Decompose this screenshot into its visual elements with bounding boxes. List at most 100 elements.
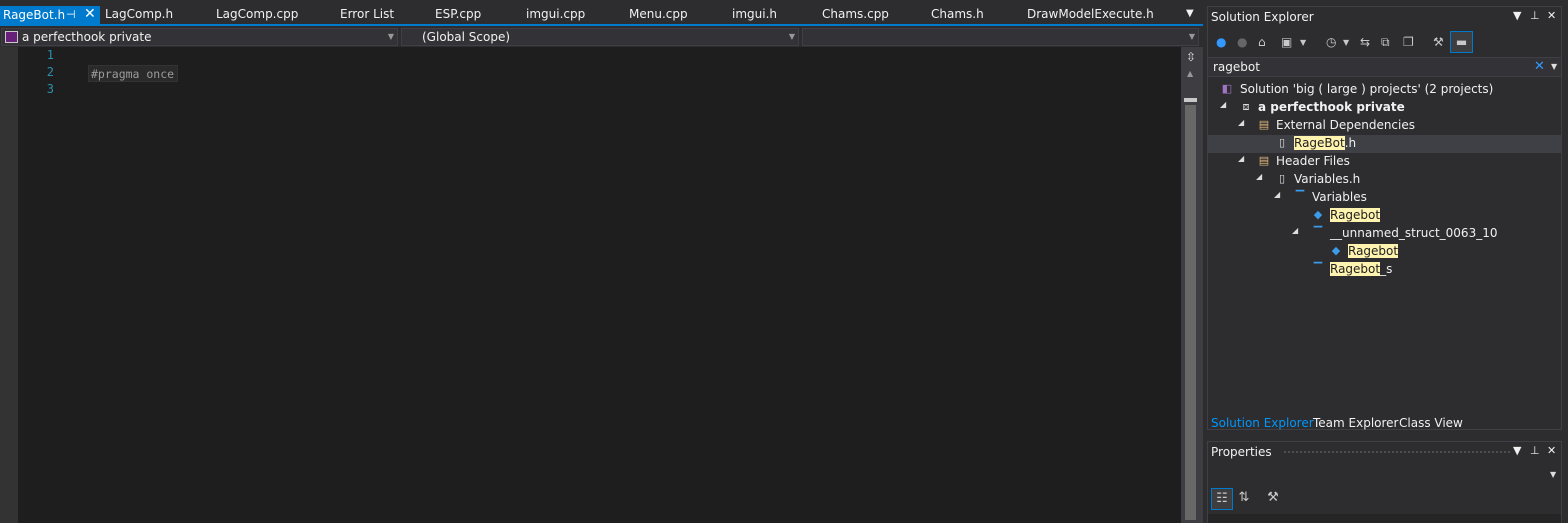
chevron-down-icon[interactable]: ▼ [1550,470,1556,479]
tree-node-label: Variables [1312,190,1367,204]
pin-icon[interactable]: ⊣ [66,8,76,21]
editor-vertical-scrollbar[interactable]: ⇳ ▲ [1181,47,1203,523]
show-all-files-icon[interactable]: ❐ [1403,35,1414,49]
tree-node-ragebot-field[interactable]: ◆ Ragebot [1208,207,1561,225]
tree-node-label: Header Files [1276,154,1350,168]
tab-class-view[interactable]: Class View [1399,416,1463,430]
tree-node-label: Variables.h [1294,172,1361,186]
tab-imgui-cpp[interactable]: imgui.cpp [526,7,585,24]
project-icon: ⧈ [1242,100,1250,113]
tree-node-label: External Dependencies [1276,118,1416,132]
search-match: Ragebot [1348,244,1399,258]
tab-lagcomp-h[interactable]: LagComp.h [105,7,173,24]
tree-node-ragebot-nested[interactable]: ◆ Ragebot [1208,243,1561,261]
tree-node-label: a perfecthook private [1258,100,1405,114]
expand-arrow-icon[interactable]: ◢ [1256,172,1262,181]
tab-ragebot-h[interactable]: RageBot.h ⊣ ✕ [0,6,100,26]
clear-search-icon[interactable]: ✕ [1534,59,1545,74]
tab-solution-explorer[interactable]: Solution Explorer [1211,416,1314,430]
tree-node-ragebot-s[interactable]: ▔ Ragebot_s [1208,261,1561,279]
tab-error-list[interactable]: Error List [340,7,394,24]
expand-arrow-icon[interactable]: ◢ [1274,190,1280,199]
field-icon: ◆ [1313,208,1323,221]
line-number: 1 [46,48,54,62]
scope-dropdown[interactable]: (Global Scope) ▼ [401,28,799,46]
scope-dropdown-label: (Global Scope) [422,30,511,44]
tab-menu-cpp[interactable]: Menu.cpp [629,7,688,24]
document-tab-bar: RageBot.h ⊣ ✕ LagComp.h LagComp.cpp Erro… [0,0,1203,26]
code-line-pragma[interactable]: #pragma once [88,65,179,82]
tab-imgui-h[interactable]: imgui.h [732,7,777,24]
close-icon[interactable]: ✕ [84,6,96,22]
chevron-down-icon[interactable]: ▼ [1300,38,1306,47]
code-editor[interactable]: 1 2 3 #pragma once [0,47,1181,523]
expand-arrow-icon[interactable]: ◢ [1292,226,1298,235]
search-match: Ragebot [1330,262,1381,276]
collapse-all-icon[interactable]: ⧉ [1381,35,1390,50]
forward-icon[interactable]: ● [1237,35,1247,49]
properties-panel: Properties ▼ ⊥ ✕ ▼ ☷ ⇅ ⚒ [1207,441,1562,523]
panel-grip[interactable] [1283,450,1511,455]
search-input[interactable] [1213,59,1513,75]
label-suffix: .h [1344,136,1357,150]
properties-grid [1208,514,1561,523]
preview-selected-items-icon[interactable]: ▬ [1450,31,1473,53]
chevron-down-icon: ▼ [387,32,394,41]
scrollbar-thumb[interactable] [1185,105,1196,520]
tab-overflow-icon[interactable]: ▼ [1186,8,1198,20]
alphabetical-sort-icon[interactable]: ⇅ [1233,488,1255,510]
properties-icon[interactable]: ⚒ [1433,35,1444,49]
project-dropdown[interactable]: a perfecthook private ▼ [1,28,398,46]
scroll-up-icon[interactable]: ▲ [1187,69,1193,78]
tree-node-unnamed-struct[interactable]: ◢ ▔ __unnamed_struct_0063_10 [1208,225,1561,243]
tab-drawmodelexecute-h[interactable]: DrawModelExecute.h [1027,7,1154,24]
tree-node-header-files[interactable]: ◢ ▤ Header Files [1208,153,1561,171]
tree-node-label: Ragebot [1330,208,1381,222]
expand-arrow-icon[interactable]: ◢ [1238,154,1244,163]
expand-arrow-icon[interactable]: ◢ [1220,100,1226,109]
property-pages-icon[interactable]: ⚒ [1262,488,1284,510]
tree-node-ragebot-h[interactable]: ▯ RageBot.h [1208,135,1561,153]
folder-icon: ▤ [1258,154,1270,167]
tree-node-solution[interactable]: ◧ Solution 'big ( large ) projects' (2 p… [1208,81,1561,99]
line-number: 3 [46,82,54,96]
home-icon[interactable]: ⌂ [1258,35,1266,49]
editor-margin [0,47,18,523]
file-icon: ▯ [1278,136,1286,149]
pending-changes-icon[interactable]: ◷ [1326,35,1336,49]
tab-chams-cpp[interactable]: Chams.cpp [822,7,889,24]
pin-icon[interactable]: ⊥ [1530,444,1540,457]
pin-icon[interactable]: ⊥ [1530,9,1540,22]
tab-lagcomp-cpp[interactable]: LagComp.cpp [216,7,298,24]
expand-arrow-icon[interactable]: ◢ [1238,118,1244,127]
tree-node-external-dependencies[interactable]: ◢ ▤ External Dependencies [1208,117,1561,135]
tree-node-variables-struct[interactable]: ◢ ▔ Variables [1208,189,1561,207]
search-match: Ragebot [1330,208,1381,222]
tab-chams-h[interactable]: Chams.h [931,7,984,24]
switch-views-icon[interactable]: ▣ [1281,35,1292,49]
window-position-icon[interactable]: ▼ [1513,444,1521,457]
tree-node-label: Ragebot_s [1330,262,1392,276]
close-icon[interactable]: ✕ [1547,9,1556,22]
tab-label: RageBot.h [3,8,66,22]
window-position-icon[interactable]: ▼ [1513,9,1521,22]
split-handle-icon[interactable]: ⇳ [1186,50,1196,64]
member-dropdown[interactable]: ▼ [802,28,1199,46]
sync-icon[interactable]: ⇆ [1360,35,1370,49]
chevron-down-icon: ▼ [788,32,795,41]
chevron-down-icon[interactable]: ▼ [1343,38,1349,47]
solution-explorer-toolbar: ● ● ⌂ ▣ ▼ ◷ ▼ ⇆ ⧉ ❐ ⚒ ▬ [1208,29,1561,55]
categorized-icon[interactable]: ☷ [1211,488,1233,510]
chevron-down-icon[interactable]: ▼ [1551,62,1557,71]
tab-team-explorer[interactable]: Team Explorer [1313,416,1399,430]
properties-title: Properties [1211,445,1272,459]
tab-esp-cpp[interactable]: ESP.cpp [435,7,481,24]
project-icon [5,31,18,43]
struct-icon: ▔ [1295,190,1305,203]
back-icon[interactable]: ● [1216,35,1226,49]
close-icon[interactable]: ✕ [1547,444,1556,457]
tree-node-project[interactable]: ◢ ⧈ a perfecthook private [1208,99,1561,117]
tree-node-variables-h[interactable]: ◢ ▯ Variables.h [1208,171,1561,189]
navigation-bar: a perfecthook private ▼ (Global Scope) ▼… [0,26,1203,47]
struct-icon: ▔ [1313,262,1323,275]
